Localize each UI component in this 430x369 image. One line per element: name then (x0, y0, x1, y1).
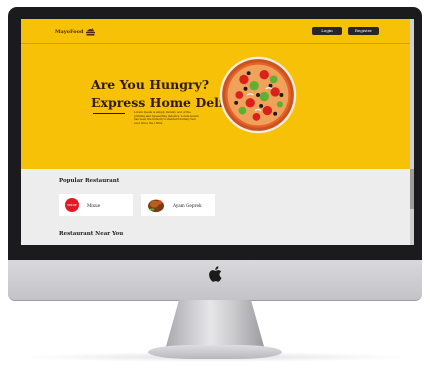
pizza-image (219, 56, 297, 134)
hero-description: Lorem Ipsum is simply dummy text of the … (134, 110, 199, 125)
monitor-stand-base (148, 345, 282, 359)
burger-icon (86, 27, 96, 36)
browser-screen: MayoFood Login Register Are You Hungry? … (21, 19, 414, 245)
mixue-logo-text: MIXUE (67, 203, 77, 207)
popular-restaurant-title: Popular Restaurant (59, 178, 120, 184)
fried-chicken-icon (148, 199, 164, 213)
restaurant-name: Mixue (87, 202, 101, 208)
navbar: MayoFood Login Register (21, 19, 414, 44)
hero-section: MayoFood Login Register Are You Hungry? … (21, 19, 414, 169)
hero-divider (93, 113, 125, 114)
brand-logo[interactable]: MayoFood (55, 27, 96, 37)
login-button[interactable]: Login (312, 27, 342, 35)
scrollbar-track[interactable] (410, 19, 414, 245)
register-button[interactable]: Register (348, 27, 379, 35)
restaurant-card[interactable]: MIXUE Mixue (59, 194, 133, 216)
hero-title-line1: Are You Hungry? (91, 77, 210, 92)
mixue-logo: MIXUE (65, 198, 79, 212)
restaurant-card[interactable]: Ayam Geprek (141, 194, 215, 216)
scrollbar-thumb[interactable] (410, 169, 414, 209)
restaurant-near-you-title: Restaurant Near You (59, 231, 124, 237)
apple-icon (209, 266, 222, 282)
monitor-stand (165, 300, 265, 350)
restaurant-name: Ayam Geprek (173, 202, 202, 208)
brand-name: MayoFood (55, 29, 84, 35)
